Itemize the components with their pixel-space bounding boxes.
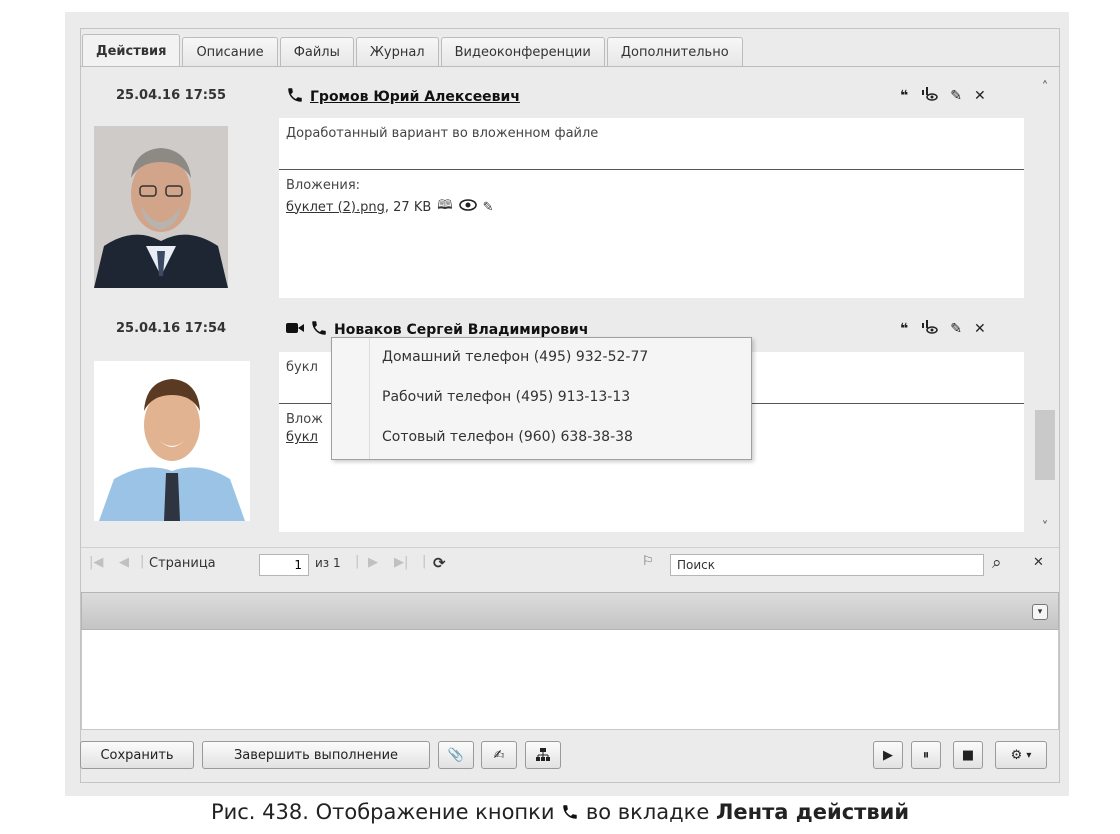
caption-prefix: Рис. 438. Отображение кнопки — [210, 800, 555, 824]
gear-icon: ⚙ — [1010, 747, 1023, 763]
attachments-label: Влож — [286, 412, 323, 427]
org-chart-icon[interactable] — [525, 741, 561, 769]
scroll-up-arrow[interactable]: ˄ — [1033, 80, 1057, 100]
attachments-label: Вложения: — [286, 178, 361, 193]
refresh-icon[interactable]: ⟳ — [433, 554, 446, 572]
video-camera-icon[interactable] — [286, 321, 304, 339]
author-name-link[interactable]: Громов Юрий Алексеевич — [310, 89, 520, 105]
menu-item-work-phone[interactable]: Рабочий телефон (495) 913-13-13 — [382, 389, 630, 405]
paperclip-icon[interactable]: 📎 — [438, 741, 474, 769]
last-page-icon[interactable]: ▶| — [394, 555, 408, 570]
flag-icon[interactable]: ⚐ — [642, 554, 654, 569]
search-input[interactable]: Поиск — [670, 554, 984, 576]
collapse-icon[interactable]: ▾ — [1032, 604, 1048, 620]
quote-icon[interactable]: ❝ — [900, 321, 908, 337]
attachment-row: букл — [286, 430, 318, 445]
comment-editor[interactable] — [81, 630, 1059, 730]
pager-separator: | — [140, 554, 145, 569]
stop-button[interactable]: ■ — [953, 741, 983, 769]
prev-page-icon[interactable]: ◀ — [119, 555, 129, 570]
play-button[interactable]: ▶ — [873, 741, 903, 769]
chevron-down-icon: ▾ — [1026, 749, 1032, 761]
author-name[interactable]: Новаков Сергей Владимирович — [334, 322, 588, 338]
tab-files[interactable]: Файлы — [279, 37, 354, 67]
phone-icon[interactable] — [310, 319, 328, 341]
pager-separator: | — [422, 554, 427, 569]
pencil-icon[interactable]: ✎ — [483, 200, 494, 215]
tab-additional[interactable]: Дополнительно — [606, 37, 743, 67]
entry-date: 25.04.16 17:55 — [116, 88, 227, 103]
tab-bar: Действия Описание Файлы Журнал Видеоконф… — [82, 33, 745, 67]
tab-description[interactable]: Описание — [182, 37, 278, 67]
entry-date: 25.04.16 17:54 — [116, 321, 227, 336]
menu-item-mobile-phone[interactable]: Сотовый телефон (960) 638-38-38 — [382, 429, 633, 445]
message-text: букл — [286, 360, 318, 375]
settings-dropdown[interactable]: ⚙ ▾ — [995, 741, 1047, 769]
tab-videoconferences[interactable]: Видеоконференции — [440, 37, 605, 67]
signature-icon[interactable]: ✍ — [481, 741, 517, 769]
save-button[interactable]: Сохранить — [80, 741, 194, 769]
attachment-row: буклет (2).png, 27 KB 🕮 ✎ — [286, 196, 494, 218]
attachment-item: буклет (2).png, 27 KB — [286, 200, 431, 215]
pencil-icon[interactable]: ✎ — [950, 321, 962, 337]
pause-button[interactable]: ⏸ — [911, 741, 941, 769]
avatar — [94, 126, 228, 288]
page-count: из 1 — [315, 556, 341, 570]
clear-search-icon[interactable]: ✕ — [1033, 555, 1044, 570]
next-page-icon[interactable]: ▶ — [368, 555, 378, 570]
caption-middle: во вкладке — [585, 800, 710, 824]
scroll-down-arrow[interactable]: ˅ — [1033, 520, 1057, 540]
tab-actions[interactable]: Действия — [82, 34, 181, 67]
attachment-link[interactable]: буклет (2).png — [286, 200, 385, 215]
message-text: Доработанный вариант во вложенном файле — [286, 126, 599, 141]
avatar — [94, 361, 250, 521]
feed-scrollbar[interactable]: ˄ ˅ — [1033, 80, 1057, 542]
entry-actions: ❝ ✎ ✕ — [900, 319, 986, 339]
page-label: Страница — [149, 556, 216, 571]
pager-toolbar: |◀ ◀ | Страница 1 из 1 | ▶ ▶| | ⟳ ⚐ Поис… — [81, 547, 1059, 581]
eye-icon[interactable] — [458, 199, 477, 215]
message-body: Доработанный вариант во вложенном файле … — [279, 118, 1024, 298]
phone-icon[interactable] — [286, 86, 304, 108]
first-page-icon[interactable]: |◀ — [89, 555, 103, 570]
attachment-link[interactable]: букл — [286, 430, 318, 445]
page-input[interactable]: 1 — [259, 554, 309, 576]
close-icon[interactable]: ✕ — [974, 321, 986, 337]
attachment-size: , 27 KB — [384, 199, 432, 215]
seen-by-icon[interactable] — [920, 319, 938, 339]
book-icon[interactable]: 🕮 — [437, 196, 452, 218]
comment-panel-header: ▾ — [81, 592, 1059, 630]
scroll-thumb[interactable] — [1035, 410, 1055, 480]
close-icon[interactable]: ✕ — [974, 88, 986, 104]
seen-by-icon[interactable] — [920, 86, 938, 106]
complete-button[interactable]: Завершить выполнение — [202, 741, 430, 769]
search-icon[interactable]: ⌕ — [992, 553, 1002, 573]
caption-bold: Лента действий — [715, 800, 910, 824]
quote-icon[interactable]: ❝ — [900, 88, 908, 104]
entry-author: Громов Юрий Алексеевич — [286, 86, 520, 108]
menu-gutter — [332, 338, 370, 459]
tab-journal[interactable]: Журнал — [355, 37, 439, 67]
pencil-icon[interactable]: ✎ — [950, 88, 962, 104]
menu-item-home-phone[interactable]: Домашний телефон (495) 932-52-77 — [382, 349, 648, 365]
pager-separator: | — [355, 554, 360, 569]
figure-caption: Рис. 438. Отображение кнопки во вкладке … — [0, 800, 1120, 824]
entry-actions: ❝ ✎ ✕ — [900, 86, 986, 106]
phone-menu: Домашний телефон (495) 932-52-77 Рабочий… — [331, 337, 752, 460]
message-divider — [279, 169, 1024, 170]
phone-icon — [561, 800, 586, 824]
